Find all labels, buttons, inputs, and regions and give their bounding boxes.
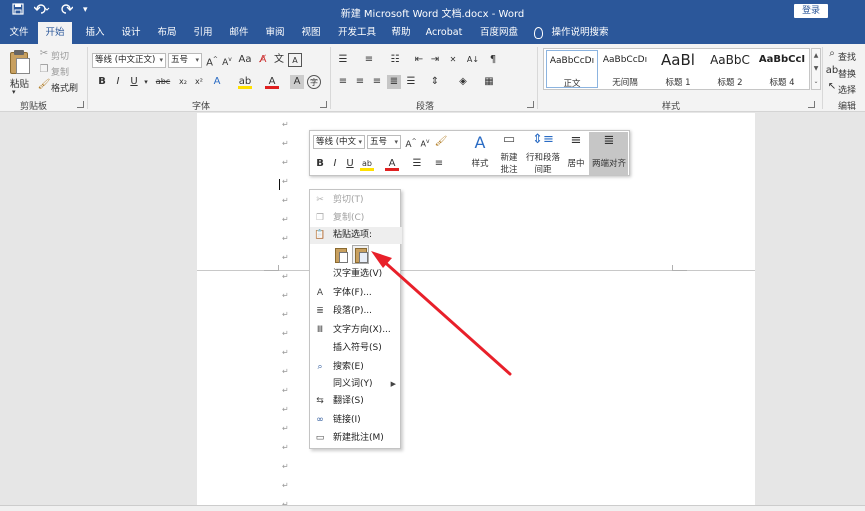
annotation-arrow	[371, 251, 512, 376]
status-bar	[0, 505, 865, 511]
